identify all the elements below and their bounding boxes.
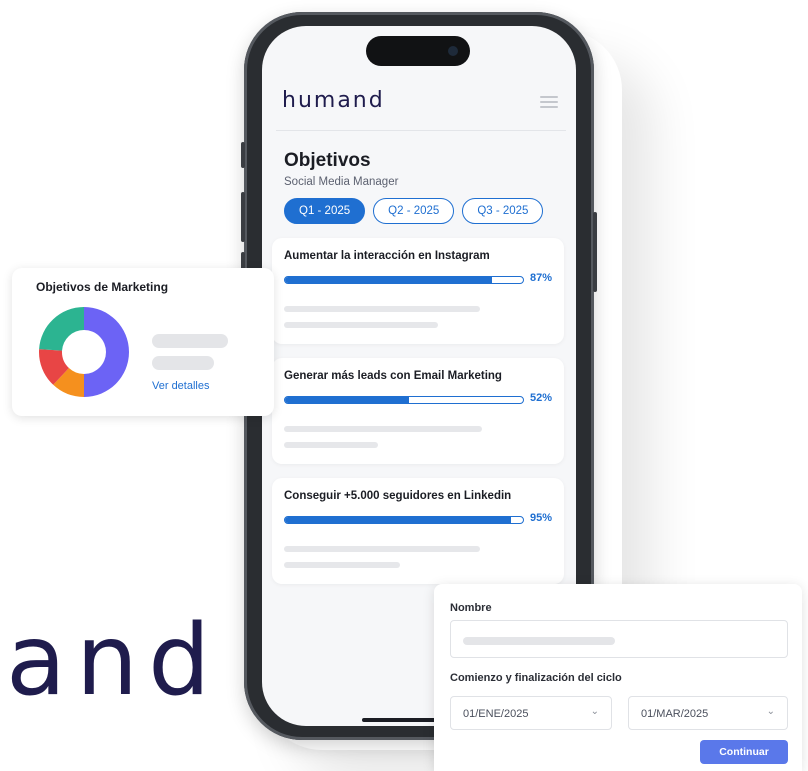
brand-wordmark-fragment: and (6, 604, 221, 718)
name-input[interactable] (450, 620, 788, 658)
donut-chart (39, 307, 129, 397)
progress-fill (285, 277, 493, 283)
objective-title: Aumentar la interacción en Instagram (284, 250, 490, 262)
app-header: humand (282, 88, 558, 128)
header-divider (276, 130, 566, 131)
placeholder-line (284, 306, 480, 312)
objective-progress-bar (284, 396, 524, 404)
tab-q3-2025[interactable]: Q3 - 2025 (462, 198, 544, 224)
placeholder-line (284, 426, 482, 432)
tab-q1-2025[interactable]: Q1 - 2025 (284, 198, 366, 224)
end-date-select[interactable]: 01/MAR/2025 ⌄ (628, 696, 788, 730)
objective-card[interactable]: Generar más leads con Email Marketing 52… (272, 358, 564, 464)
progress-fill (285, 517, 512, 523)
quarter-tabs: Q1 - 2025 Q2 - 2025 Q3 - 2025 (284, 198, 544, 224)
donut-segment (84, 307, 129, 397)
chevron-down-icon: ⌄ (766, 706, 775, 717)
objective-progress-bar (284, 276, 524, 284)
objective-card[interactable]: Conseguir +5.000 seguidores en Linkedin … (272, 478, 564, 584)
objective-progress-label: 95% (530, 512, 553, 524)
name-label: Nombre (450, 602, 492, 614)
start-date-value: 01/ENE/2025 (463, 708, 529, 720)
cycle-label: Comienzo y finalización del ciclo (450, 672, 622, 684)
placeholder-line (284, 442, 378, 448)
objective-progress-label: 87% (530, 272, 553, 284)
marketing-card-title: Objetivos de Marketing (36, 280, 169, 294)
phone-volume-up-button (241, 192, 245, 242)
placeholder-line (284, 546, 480, 552)
continue-button[interactable]: Continuar (700, 740, 788, 764)
placeholder-line (284, 562, 400, 568)
placeholder-line (284, 322, 438, 328)
chevron-down-icon: ⌄ (590, 706, 599, 717)
end-date-value: 01/MAR/2025 (641, 708, 709, 720)
objective-card[interactable]: Aumentar la interacción en Instagram 87% (272, 238, 564, 344)
page-title: Objetivos (284, 150, 371, 171)
dynamic-island (366, 36, 470, 66)
start-date-select[interactable]: 01/ENE/2025 ⌄ (450, 696, 612, 730)
cycle-form-card: Nombre Comienzo y finalización del ciclo… (434, 584, 802, 771)
camera-icon (448, 46, 458, 56)
tab-q2-2025[interactable]: Q2 - 2025 (373, 198, 455, 224)
donut-segment (39, 307, 84, 351)
objective-title: Generar más leads con Email Marketing (284, 370, 502, 382)
objective-progress-label: 52% (530, 392, 553, 404)
menu-icon[interactable] (540, 96, 558, 111)
placeholder-line (152, 334, 228, 348)
progress-fill (285, 397, 409, 403)
marketing-objectives-card: Objetivos de Marketing Ver detalles (12, 268, 274, 416)
objective-progress-bar (284, 516, 524, 524)
phone-mute-button (241, 142, 245, 168)
page-subtitle: Social Media Manager (284, 176, 399, 188)
phone-power-button (593, 212, 597, 292)
input-placeholder-line (463, 637, 615, 645)
see-details-link[interactable]: Ver detalles (152, 380, 209, 392)
placeholder-line (152, 356, 214, 370)
objective-title: Conseguir +5.000 seguidores en Linkedin (284, 490, 512, 502)
app-logo: humand (282, 88, 385, 113)
